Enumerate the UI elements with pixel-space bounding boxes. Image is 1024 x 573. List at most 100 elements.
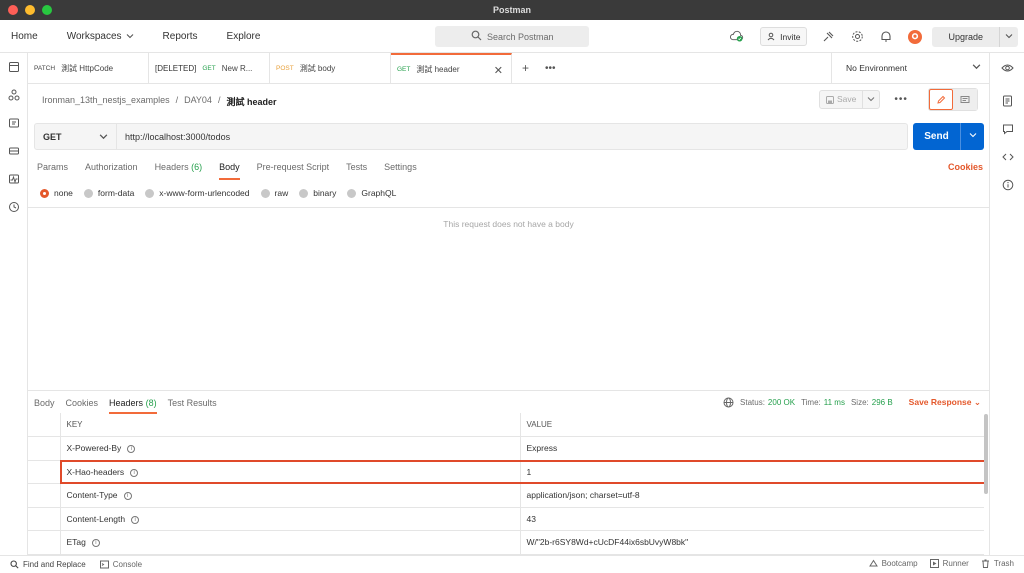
tab-deleted-flag: [DELETED]: [155, 63, 197, 73]
comment-view-icon[interactable]: [953, 89, 977, 110]
sync-status-icon[interactable]: [730, 30, 744, 44]
eye-icon[interactable]: [990, 53, 1024, 83]
tab-header[interactable]: GET 測試 header ✕: [391, 53, 512, 83]
environment-selector[interactable]: No Environment: [831, 53, 989, 83]
radio-x-www-form-urlencoded[interactable]: x-www-form-urlencoded: [145, 188, 250, 198]
console-icon: [99, 560, 109, 569]
tab-params[interactable]: Params: [37, 162, 68, 180]
tab-headers[interactable]: Headers (6): [155, 162, 203, 180]
upgrade-button[interactable]: Upgrade: [932, 26, 1018, 47]
radio-graphql[interactable]: GraphQL: [347, 188, 396, 198]
chevron-down-icon[interactable]: [1000, 32, 1018, 42]
info-icon[interactable]: i: [131, 515, 140, 524]
code-icon[interactable]: [990, 143, 1024, 171]
chevron-down-icon[interactable]: [863, 95, 879, 105]
save-button[interactable]: Save: [819, 90, 881, 109]
globe-icon[interactable]: [723, 397, 734, 408]
more-actions-icon[interactable]: •••: [894, 94, 908, 105]
response-tab-cookies[interactable]: Cookies: [66, 392, 99, 414]
apis-icon[interactable]: [0, 81, 28, 109]
url-input[interactable]: http://localhost:3000/todos: [117, 132, 230, 142]
tab-label: 測試 body: [299, 63, 336, 73]
scrollbar[interactable]: [984, 414, 988, 494]
monitors-icon[interactable]: [0, 165, 28, 193]
breadcrumb-collection[interactable]: Ironman_13th_nestjs_examples: [42, 95, 170, 108]
info-icon[interactable]: i: [91, 539, 100, 547]
chevron-down-icon[interactable]: [961, 131, 984, 142]
invite-button[interactable]: Invite: [760, 27, 808, 46]
response-tab-test-results[interactable]: Test Results: [168, 392, 217, 414]
breadcrumb-folder[interactable]: DAY04: [184, 95, 212, 108]
radio-label: none: [54, 188, 73, 198]
radio-circle: [40, 188, 49, 198]
trash-label: Trash: [993, 559, 1014, 568]
size-label: Size:: [850, 398, 869, 407]
nav-home[interactable]: Home: [11, 31, 38, 42]
collections-icon[interactable]: [0, 53, 28, 81]
header-key: X-Powered-By: [66, 443, 122, 454]
tab-httpcode[interactable]: PATCH 測試 HttpCode: [28, 53, 149, 83]
satellite-icon[interactable]: [821, 30, 835, 44]
response-tab-headers-label: Headers: [109, 397, 144, 408]
environments-icon[interactable]: [0, 109, 28, 137]
response-tab-body[interactable]: Body: [34, 392, 55, 414]
edit-pencil-icon[interactable]: [929, 89, 954, 110]
tab-method: GET: [397, 65, 411, 73]
tab-label: 測試 header: [416, 64, 460, 74]
new-tab-plus-icon[interactable]: +: [522, 61, 529, 75]
comments-icon[interactable]: [990, 115, 1024, 143]
tab-method: GET: [202, 64, 216, 72]
radio-binary[interactable]: binary: [299, 188, 336, 198]
tab-label: 測試 HttpCode: [61, 63, 114, 73]
tab-label: New R...: [221, 63, 253, 73]
tab-body[interactable]: POST 測試 body: [270, 53, 391, 83]
avatar[interactable]: [908, 29, 923, 44]
tab-deleted-new-request[interactable]: [DELETED] GET New R...: [149, 53, 270, 83]
mock-servers-icon[interactable]: [0, 137, 28, 165]
invite-label: Invite: [780, 31, 801, 42]
header-value: 43: [520, 507, 984, 531]
send-button[interactable]: Send: [913, 123, 984, 150]
console-label: Console: [112, 560, 143, 569]
console-button[interactable]: Console: [99, 560, 143, 569]
radio-none[interactable]: none: [40, 188, 73, 198]
trash-button[interactable]: Trash: [981, 559, 1014, 568]
tab-pre-request-script[interactable]: Pre-request Script: [257, 162, 330, 180]
nav-explore[interactable]: Explore: [227, 31, 261, 42]
bootcamp-button[interactable]: Bootcamp: [868, 559, 918, 568]
cookies-link[interactable]: Cookies: [948, 162, 983, 172]
column-value: VALUE: [520, 413, 984, 437]
info-icon[interactable]: i: [127, 445, 136, 453]
save-response-label: Save Response: [908, 397, 972, 407]
more-tabs-icon[interactable]: •••: [545, 63, 556, 74]
tab-tests[interactable]: Tests: [346, 162, 367, 180]
breadcrumb-request[interactable]: 測試 header: [226, 95, 276, 108]
tab-settings[interactable]: Settings: [384, 162, 417, 180]
runner-button[interactable]: Runner: [929, 559, 969, 568]
find-replace-button[interactable]: Find and Replace: [10, 560, 86, 569]
table-header-row: KEY VALUE: [28, 413, 984, 437]
breadcrumb-separator: /: [175, 95, 179, 105]
radio-label: GraphQL: [361, 188, 397, 198]
tab-authorization[interactable]: Authorization: [85, 162, 138, 180]
save-controls: Save •••: [819, 90, 908, 109]
response-tab-headers[interactable]: Headers (8): [109, 392, 157, 414]
info-icon[interactable]: [990, 171, 1024, 199]
bell-icon[interactable]: [879, 30, 893, 44]
highlight-box: [60, 460, 986, 484]
documentation-icon[interactable]: [990, 87, 1024, 115]
radio-raw[interactable]: raw: [260, 188, 288, 198]
nav-workspaces[interactable]: Workspaces: [67, 31, 134, 42]
search-input[interactable]: Search Postman: [435, 26, 589, 47]
radio-form-data[interactable]: form-data: [83, 188, 134, 198]
settings-gear-icon[interactable]: [850, 30, 864, 44]
method-select[interactable]: GET: [35, 124, 117, 149]
history-icon[interactable]: [0, 193, 28, 221]
tab-body[interactable]: Body: [219, 162, 240, 180]
save-response-button[interactable]: Save Response ⌄: [909, 397, 981, 408]
nav-reports[interactable]: Reports: [163, 31, 198, 42]
close-icon[interactable]: ✕: [494, 64, 503, 77]
nav-workspaces-label: Workspaces: [66, 30, 122, 42]
find-replace-label: Find and Replace: [23, 560, 86, 569]
info-icon[interactable]: i: [123, 492, 132, 500]
